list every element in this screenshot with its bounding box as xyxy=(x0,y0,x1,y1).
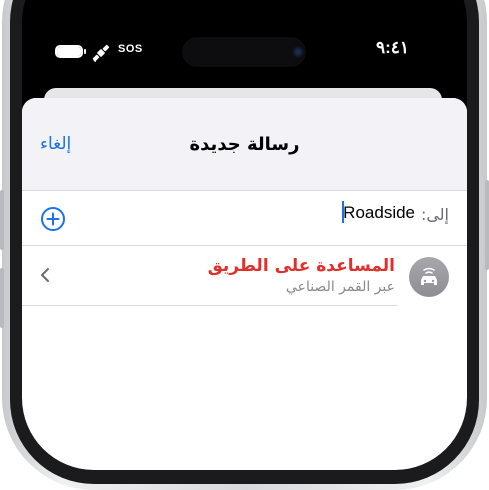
recipient-input[interactable]: Roadside xyxy=(343,203,415,223)
car-icon xyxy=(421,267,437,285)
volume-down-button xyxy=(0,268,4,328)
sheet-title: رسالة جديدة xyxy=(189,134,300,155)
volume-up-button xyxy=(0,190,4,250)
text-cursor xyxy=(342,201,344,223)
add-circle-icon[interactable] xyxy=(40,206,66,232)
sos-indicator: SOS xyxy=(118,43,143,55)
cancel-button[interactable]: إلغاء xyxy=(40,134,71,154)
contact-subtitle: عبر القمر الصناعي xyxy=(285,279,395,295)
satellite-icon xyxy=(92,44,110,62)
contact-name: المساعدة على الطريق xyxy=(207,256,395,276)
side-button xyxy=(485,180,489,270)
status-time: ٩:٤١ xyxy=(375,38,409,57)
contact-suggestion[interactable]: المساعدة على الطريق عبر القمر الصناعي xyxy=(22,246,467,304)
battery-level xyxy=(57,47,81,56)
chevron-left-icon[interactable] xyxy=(38,266,52,284)
battery-cap xyxy=(84,49,86,54)
to-label: إلى: xyxy=(420,205,449,224)
recipient-row[interactable]: Roadside إلى: xyxy=(22,191,467,245)
divider xyxy=(22,305,397,306)
dynamic-island xyxy=(182,37,306,67)
phone-screen: SOS ٩:٤١ رسالة جديدة إلغاء Roadside إلى: xyxy=(22,0,467,470)
front-camera xyxy=(292,46,304,58)
new-message-sheet: رسالة جديدة إلغاء Roadside إلى: المساعدة… xyxy=(22,98,467,470)
